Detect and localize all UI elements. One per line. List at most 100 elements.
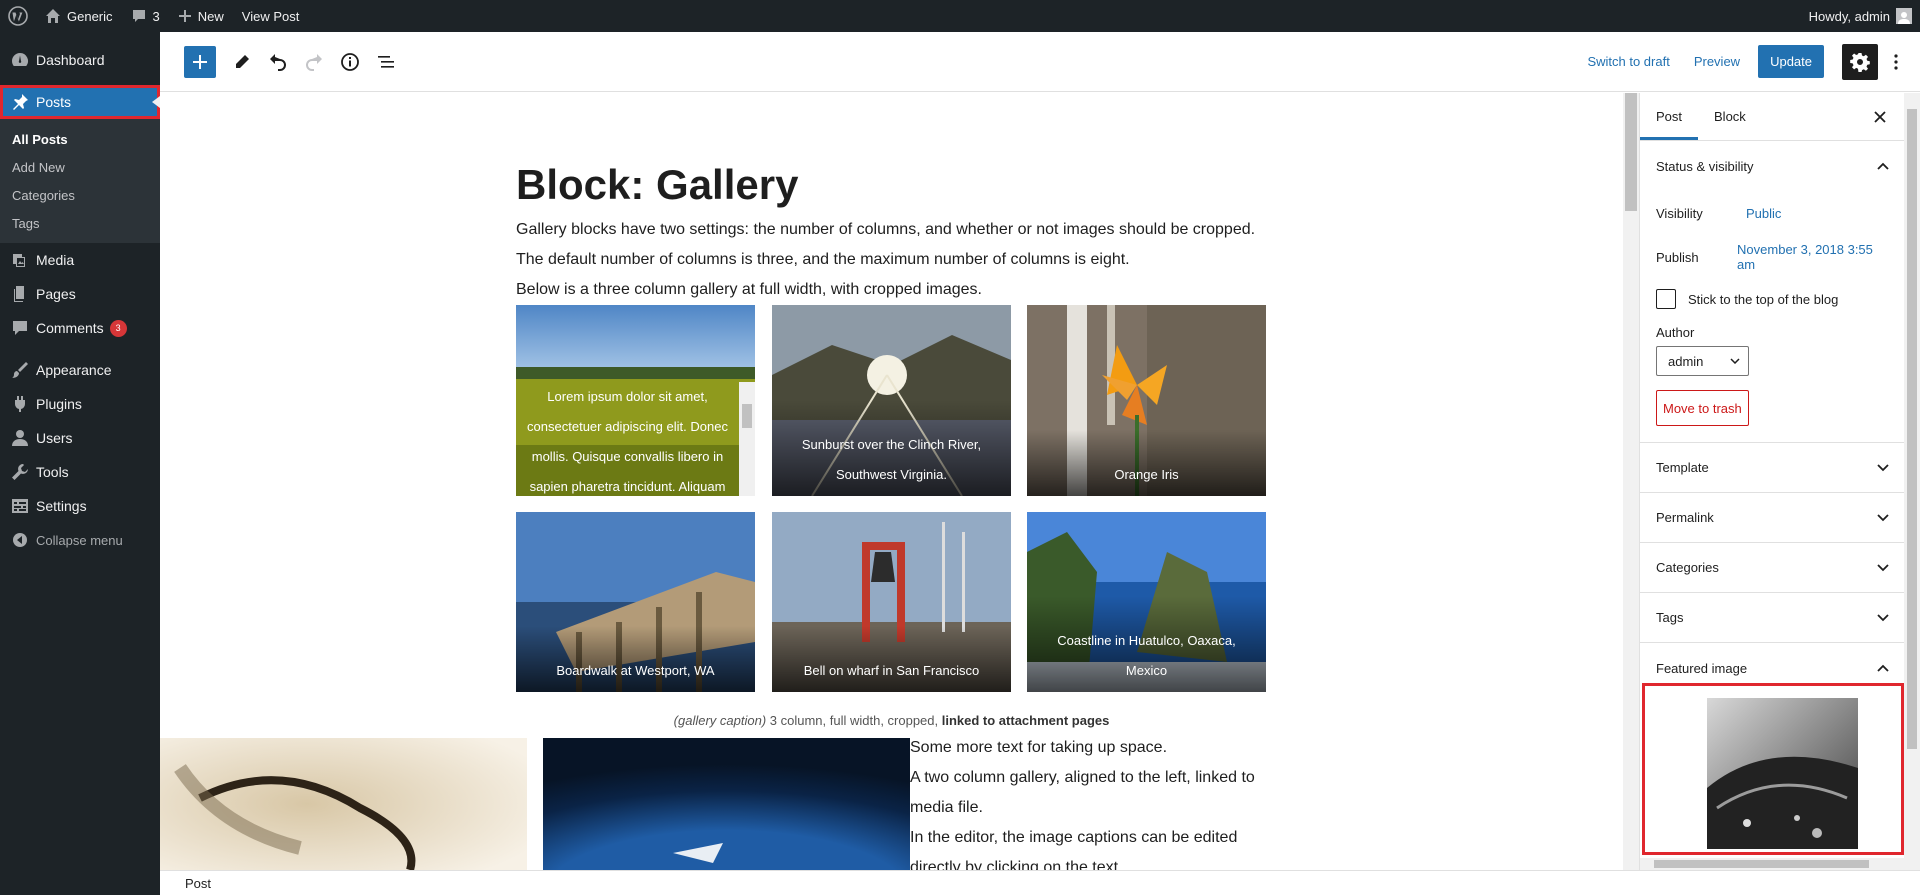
gallery-caption-text[interactable]: Lorem ipsum dolor sit amet, consectetuer… <box>516 382 739 496</box>
paragraph-block[interactable]: A two column gallery, aligned to the lef… <box>910 763 1255 793</box>
tools-edit-button[interactable] <box>226 46 258 78</box>
panel-categories-toggle[interactable]: Categories <box>1640 543 1905 593</box>
options-menu-button[interactable] <box>1882 44 1910 80</box>
collapse-menu-button[interactable]: Collapse menu <box>0 523 160 557</box>
gallery-block-caption[interactable]: (gallery caption) 3 column, full width, … <box>516 713 1267 728</box>
menu-item-users[interactable]: Users <box>0 421 160 455</box>
panel-template-toggle[interactable]: Template <box>1640 443 1905 493</box>
gallery-image-boardwalk[interactable]: Boardwalk at Westport, WA <box>516 512 755 692</box>
list-view-button[interactable] <box>370 46 402 78</box>
gallery-caption-text[interactable]: Bell on wharf in San Francisco <box>772 626 1011 692</box>
gallery-caption-text[interactable]: Orange Iris <box>1027 430 1266 496</box>
post-title[interactable]: Block: Gallery <box>516 161 798 209</box>
details-button[interactable] <box>334 46 366 78</box>
sticky-label[interactable]: Stick to the top of the blog <box>1688 292 1838 307</box>
sidebar-scrollbar[interactable] <box>1904 93 1920 870</box>
tab-post[interactable]: Post <box>1640 93 1698 140</box>
site-name-link[interactable]: Generic <box>36 0 122 32</box>
gallery-image-coastline[interactable]: Coastline in Huatulco, Oaxaca, Mexico <box>1027 512 1266 692</box>
panel-permalink-toggle[interactable]: Permalink <box>1640 493 1905 543</box>
status-visibility-body: Visibility Public Publish November 3, 20… <box>1640 191 1905 443</box>
publish-row: Publish November 3, 2018 3:55 am <box>1656 235 1889 279</box>
menu-item-comments[interactable]: Comments 3 <box>0 311 160 345</box>
submenu-categories[interactable]: Categories <box>0 181 160 209</box>
plugin-icon <box>10 394 30 414</box>
menu-label-users: Users <box>36 430 73 446</box>
caption-scrollbar[interactable] <box>739 382 755 496</box>
gallery-image-bell[interactable]: Bell on wharf in San Francisco <box>772 512 1011 692</box>
preview-button[interactable]: Preview <box>1682 54 1752 69</box>
gallery-caption-text[interactable]: Coastline in Huatulco, Oaxaca, Mexico <box>1027 596 1266 692</box>
block-breadcrumb[interactable]: Post <box>185 876 211 891</box>
visibility-row: Visibility Public <box>1656 191 1889 235</box>
panel-title: Featured image <box>1656 660 1748 676</box>
switch-to-draft-button[interactable]: Switch to draft <box>1575 54 1681 69</box>
undo-button[interactable] <box>262 46 294 78</box>
close-icon <box>1874 111 1886 123</box>
submenu-add-new[interactable]: Add New <box>0 153 160 181</box>
new-content-link[interactable]: New <box>169 0 233 32</box>
gallery-image-river[interactable]: Sunburst over the Clinch River, Southwes… <box>772 305 1011 496</box>
list-view-icon <box>376 52 396 72</box>
publish-date-toggle[interactable]: November 3, 2018 3:55 am <box>1737 242 1889 272</box>
gallery-caption-text[interactable]: Boardwalk at Westport, WA <box>516 626 755 692</box>
sidebar-hscroll-thumb[interactable] <box>1654 860 1869 868</box>
panel-status-visibility-toggle[interactable]: Status & visibility <box>1640 141 1905 191</box>
menu-item-dashboard[interactable]: Dashboard <box>0 43 160 77</box>
paragraph-block[interactable]: directly by clicking on the text. <box>910 853 1123 870</box>
howdy-label: Howdy, admin <box>1808 8 1890 24</box>
author-select[interactable]: admin <box>1656 346 1749 376</box>
paragraph-block[interactable]: The default number of columns is three, … <box>516 245 1130 275</box>
block-inserter-button[interactable] <box>184 45 216 78</box>
redo-button[interactable] <box>298 46 330 78</box>
gallery-image-iris[interactable]: Orange Iris <box>1027 305 1266 496</box>
menu-item-settings[interactable]: Settings <box>0 489 160 523</box>
sidebar-scrollbar-thumb[interactable] <box>1907 109 1917 749</box>
paragraph-block[interactable]: Below is a three column gallery at full … <box>516 275 982 305</box>
wordpress-logo-icon[interactable] <box>0 0 36 32</box>
update-button[interactable]: Update <box>1758 45 1824 78</box>
menu-item-posts[interactable]: Posts <box>0 85 160 119</box>
canvas-scrollbar-thumb[interactable] <box>1625 93 1637 211</box>
editor-canvas[interactable]: Block: Gallery Gallery blocks have two s… <box>160 93 1623 870</box>
featured-photo <box>1707 698 1858 849</box>
menu-item-pages[interactable]: Pages <box>0 277 160 311</box>
settings-sidebar: Post Block Status & visibility Visibilit… <box>1639 93 1920 870</box>
menu-item-plugins[interactable]: Plugins <box>0 387 160 421</box>
glasses-photo <box>160 738 527 870</box>
comments-icon <box>10 318 30 338</box>
view-post-label: View Post <box>241 8 300 24</box>
menu-item-media[interactable]: Media <box>0 243 160 277</box>
featured-image-box[interactable] <box>1642 683 1904 855</box>
settings-toggle-button[interactable] <box>1842 43 1878 80</box>
paragraph-block[interactable]: Some more text for taking up space. <box>910 733 1167 763</box>
sidebar-tabs: Post Block <box>1640 93 1920 141</box>
menu-item-appearance[interactable]: Appearance <box>0 353 160 387</box>
panel-tags-toggle[interactable]: Tags <box>1640 593 1905 643</box>
site-name-label: Generic <box>67 8 113 24</box>
gallery-caption-text[interactable]: Sunburst over the Clinch River, Southwes… <box>772 400 1011 496</box>
tab-block[interactable]: Block <box>1698 93 1762 140</box>
submenu-tags[interactable]: Tags <box>0 209 160 237</box>
paragraph-block[interactable]: media file. <box>910 793 983 823</box>
comments-link[interactable]: 3 <box>122 0 169 32</box>
redo-icon <box>304 52 324 72</box>
gallery-image-glasses[interactable] <box>160 738 527 870</box>
paragraph-block[interactable]: Gallery blocks have two settings: the nu… <box>516 215 1255 245</box>
my-account-link[interactable]: Howdy, admin <box>1800 0 1920 32</box>
gallery-image-field[interactable]: Lorem ipsum dolor sit amet, consectetuer… <box>516 305 755 496</box>
view-post-link[interactable]: View Post <box>233 0 309 32</box>
sticky-checkbox[interactable] <box>1656 289 1676 309</box>
canvas-scrollbar[interactable] <box>1623 93 1639 870</box>
vertical-ellipsis-icon <box>1894 53 1898 70</box>
settings-sliders-icon <box>10 496 30 516</box>
submenu-all-posts[interactable]: All Posts <box>0 125 160 153</box>
sidebar-horizontal-scrollbar[interactable] <box>1640 858 1905 870</box>
paragraph-block[interactable]: In the editor, the image captions can be… <box>910 823 1237 853</box>
menu-item-tools[interactable]: Tools <box>0 455 160 489</box>
gallery-image-space[interactable] <box>543 738 910 870</box>
featured-image-thumbnail[interactable] <box>1707 698 1858 849</box>
close-sidebar-button[interactable] <box>1868 105 1892 129</box>
visibility-toggle[interactable]: Public <box>1746 206 1781 221</box>
move-to-trash-button[interactable]: Move to trash <box>1656 390 1749 426</box>
